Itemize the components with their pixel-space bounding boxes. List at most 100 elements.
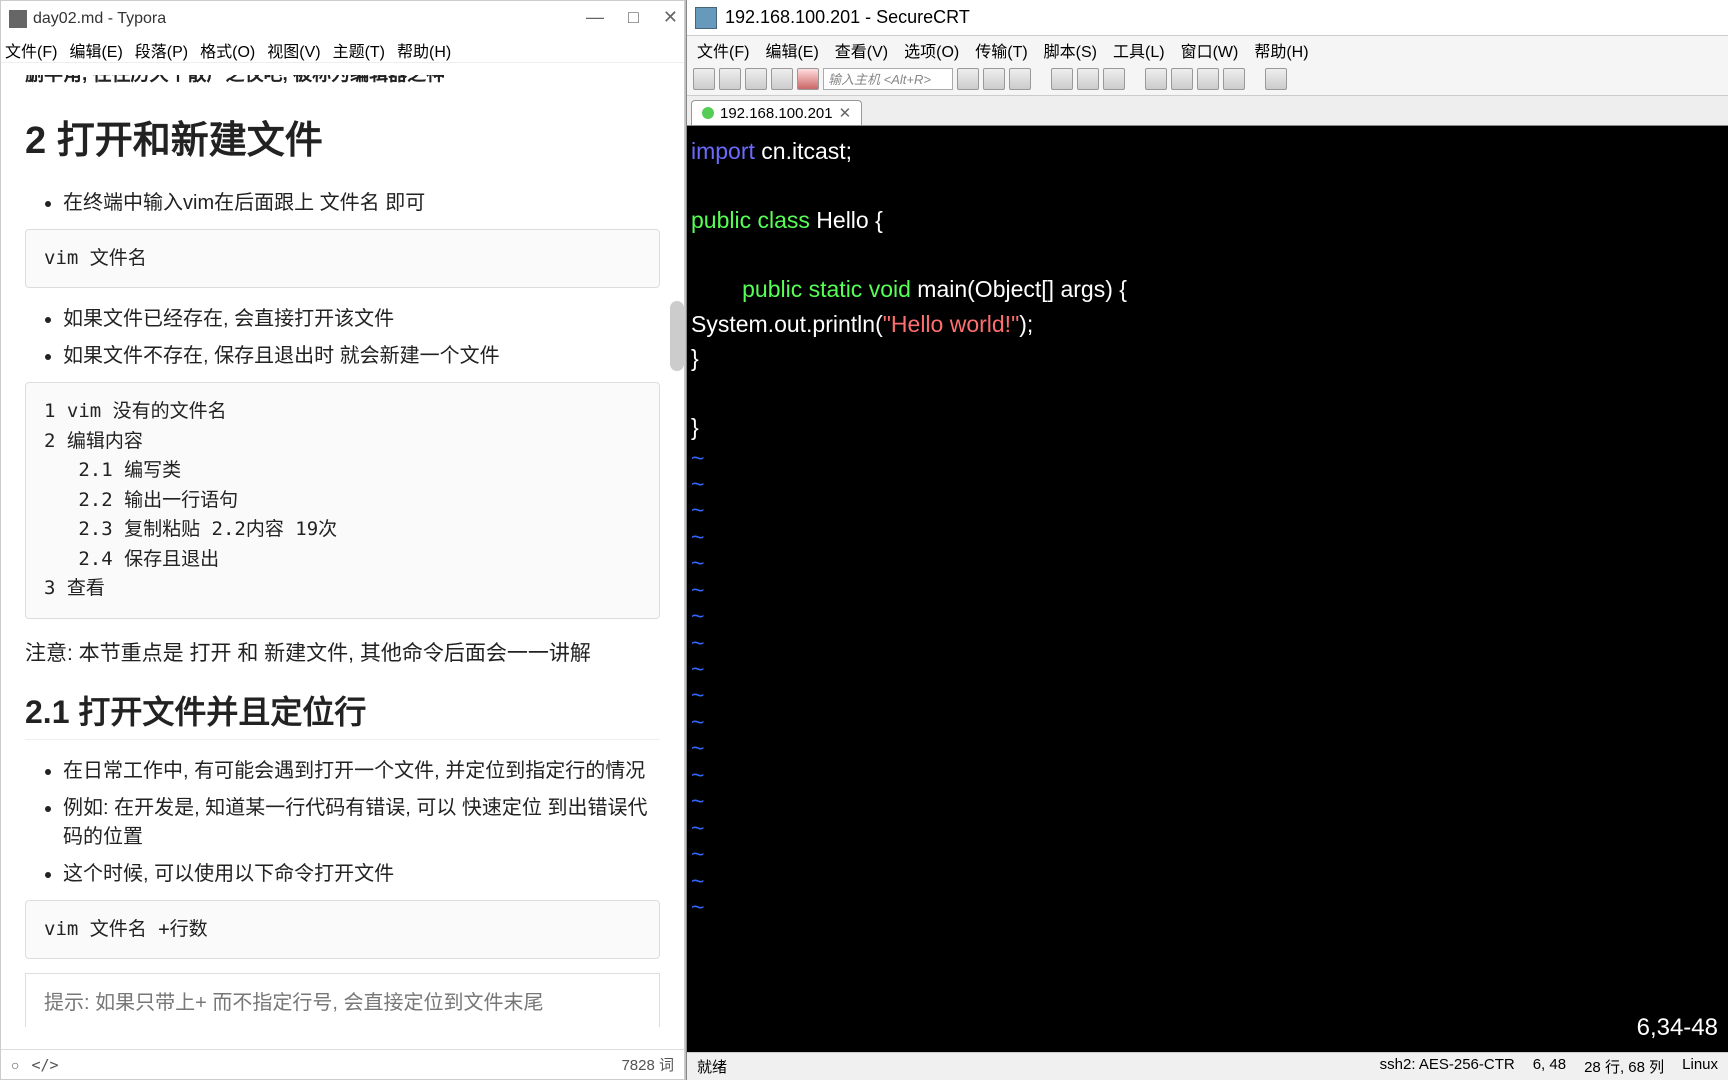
menu-paragraph[interactable]: 段落(P) [135, 38, 188, 62]
crt-status-bar: 就绪 ssh2: AES-256-CTR 6, 48 28 行, 68 列 Li… [687, 1052, 1728, 1080]
menu-file[interactable]: 文件(F) [5, 38, 57, 62]
tab-close-icon[interactable]: ✕ [839, 104, 852, 122]
status-rowcol: 6, 48 [1533, 1056, 1566, 1077]
status-code-icon[interactable]: </> [31, 1056, 58, 1074]
string-literal: "Hello world!" [883, 311, 1019, 337]
menu-file[interactable]: 文件(F) [697, 38, 749, 60]
connected-dot-icon [702, 107, 714, 119]
term-text: ); [1019, 311, 1033, 337]
status-circle-icon[interactable]: ○ [11, 1057, 19, 1073]
term-text: } [691, 414, 699, 440]
menu-view[interactable]: 视图(V) [267, 38, 320, 62]
tab-bar: 192.168.100.201 ✕ [687, 96, 1728, 126]
cursor-position: 6,34-48 [1637, 1010, 1718, 1046]
cancel-icon[interactable] [797, 68, 819, 90]
vim-tilde: ~ [691, 788, 1728, 814]
terminal[interactable]: import cn.itcast; public class Hello { p… [687, 126, 1728, 1052]
code-block: vim 文件名 +行数 [25, 900, 660, 959]
vim-tilde: ~ [691, 656, 1728, 682]
vim-tilde: ~ [691, 445, 1728, 471]
status-size: 28 行, 68 列 [1584, 1056, 1664, 1077]
cut-off-text: 删半角, 往往历久个散广之仅吧, 被称为编辑器之神 [25, 75, 660, 89]
copy-icon[interactable] [957, 68, 979, 90]
list-item: 如果文件不存在, 保存且退出时 就会新建一个文件 [63, 339, 660, 368]
menu-transfer[interactable]: 传输(T) [975, 38, 1027, 60]
status-ssh: ssh2: AES-256-CTR [1380, 1056, 1515, 1077]
print-setup-icon[interactable] [1077, 68, 1099, 90]
term-text: Hello { [810, 207, 883, 233]
vim-tilde: ~ [691, 497, 1728, 523]
document-area[interactable]: 删半角, 往往历久个散广之仅吧, 被称为编辑器之神 2 打开和新建文件 在终端中… [1, 63, 684, 1053]
minimize-button[interactable]: — [586, 7, 604, 28]
tip-text: 提示: 如果只带上+ 而不指定行号, 会直接定位到文件末尾 [25, 973, 660, 1027]
list-item: 这个时候, 可以使用以下命令打开文件 [63, 857, 660, 886]
paste-icon[interactable] [983, 68, 1005, 90]
menu-tools[interactable]: 工具(L) [1113, 38, 1165, 60]
kw-import: import [691, 138, 755, 164]
vim-tilde: ~ [691, 603, 1728, 629]
session-tab[interactable]: 192.168.100.201 ✕ [691, 100, 862, 125]
vim-tilde: ~ [691, 762, 1728, 788]
heading-2: 2 打开和新建文件 [25, 109, 660, 164]
securecrt-app-icon [695, 7, 717, 29]
quick-connect-icon[interactable] [719, 68, 741, 90]
menu-help[interactable]: 帮助(H) [1254, 38, 1308, 60]
typora-title: day02.md - Typora [33, 10, 166, 28]
word-count: 7828 词 [621, 1054, 674, 1075]
kw-public: public [742, 276, 802, 302]
menu-edit[interactable]: 编辑(E) [69, 38, 122, 62]
status-ready: 就绪 [697, 1056, 727, 1077]
kw-public: public [691, 207, 751, 233]
vim-tilde: ~ [691, 735, 1728, 761]
menu-view[interactable]: 查看(V) [835, 38, 888, 60]
maximize-button[interactable]: □ [628, 7, 639, 28]
scrollbar-thumb[interactable] [670, 301, 684, 371]
keymap-icon[interactable] [1197, 68, 1219, 90]
typora-menu-bar: 文件(F) 编辑(E) 段落(P) 格式(O) 视图(V) 主题(T) 帮助(H… [1, 37, 684, 63]
list-item: 如果文件已经存在, 会直接打开该文件 [63, 302, 660, 331]
menu-format[interactable]: 格式(O) [200, 38, 255, 62]
crt-title: 192.168.100.201 - SecureCRT [725, 7, 970, 28]
vim-tilde: ~ [691, 894, 1728, 920]
host-input[interactable]: 输入主机 <Alt+R> [823, 68, 953, 90]
term-text: cn.itcast; [755, 138, 852, 164]
print-preview-icon[interactable] [1103, 68, 1125, 90]
close-button[interactable]: ✕ [663, 7, 678, 28]
session-options-icon[interactable] [1145, 68, 1167, 90]
term-text: } [691, 345, 699, 371]
code-block: 1 vim 没有的文件名 2 编辑内容 2.1 编写类 2.2 输出一行语句 2… [25, 382, 660, 618]
toolbar: 输入主机 <Alt+R> [687, 62, 1728, 96]
vim-tilde: ~ [691, 868, 1728, 894]
kw-void: void [869, 276, 911, 302]
menu-options[interactable]: 选项(O) [904, 38, 959, 60]
heading-3: 2.1 打开文件并且定位行 [25, 687, 660, 740]
connect-icon[interactable] [693, 68, 715, 90]
status-os: Linux [1682, 1056, 1718, 1077]
disconnect-icon[interactable] [771, 68, 793, 90]
kw-class: class [758, 207, 810, 233]
reconnect-icon[interactable] [745, 68, 767, 90]
kw-static: static [809, 276, 863, 302]
vim-tilde: ~ [691, 841, 1728, 867]
list-item: 在日常工作中, 有可能会遇到打开一个文件, 并定位到指定行的情况 [63, 754, 660, 783]
vim-tilde: ~ [691, 815, 1728, 841]
vim-tilde: ~ [691, 630, 1728, 656]
help-icon[interactable] [1223, 68, 1245, 90]
button-bar-icon[interactable] [1265, 68, 1287, 90]
find-icon[interactable] [1009, 68, 1031, 90]
term-text: main(Object[] args) { [911, 276, 1127, 302]
print-icon[interactable] [1051, 68, 1073, 90]
menu-window[interactable]: 窗口(W) [1181, 38, 1239, 60]
vim-tilde: ~ [691, 524, 1728, 550]
term-text: System.out.println( [691, 311, 883, 337]
global-options-icon[interactable] [1171, 68, 1193, 90]
menu-edit[interactable]: 编辑(E) [765, 38, 818, 60]
menu-script[interactable]: 脚本(S) [1044, 38, 1097, 60]
menu-help[interactable]: 帮助(H) [397, 38, 451, 62]
typora-app-icon [9, 10, 27, 28]
vim-tilde: ~ [691, 577, 1728, 603]
tab-label: 192.168.100.201 [720, 105, 833, 122]
crt-menu-bar: 文件(F) 编辑(E) 查看(V) 选项(O) 传输(T) 脚本(S) 工具(L… [687, 36, 1728, 62]
menu-theme[interactable]: 主题(T) [333, 38, 385, 62]
list-item: 在终端中输入vim在后面跟上 文件名 即可 [63, 186, 660, 215]
